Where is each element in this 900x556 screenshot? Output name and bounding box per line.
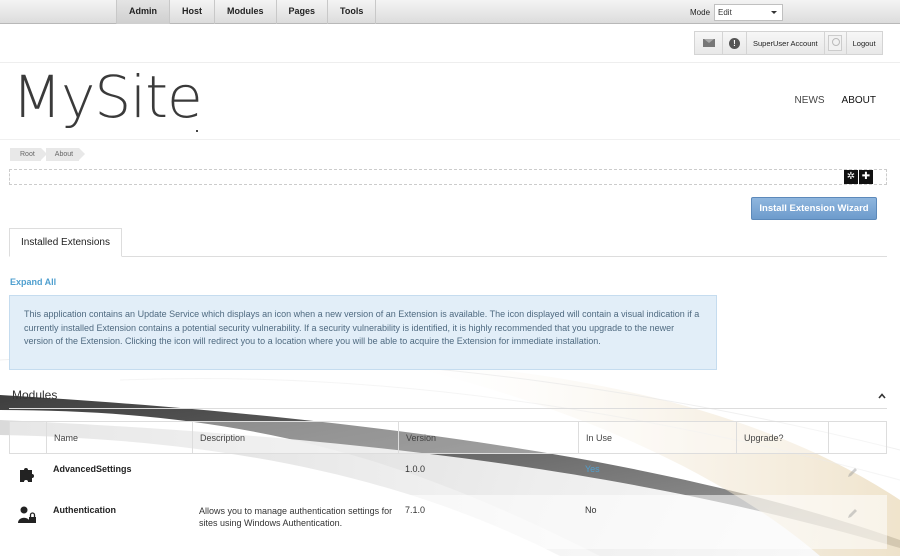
user-bar: ! SuperUser Account Logout [694,31,883,55]
pane-tools: ✲ ✚ [843,170,873,184]
control-bar-menu: Admin Host Modules Pages Tools [116,0,377,24]
gear-icon[interactable]: ✲ [844,170,858,184]
breadcrumb-about[interactable]: About [45,148,86,161]
extension-description: Allows you to manage authentication sett… [199,506,393,528]
chevron-up-icon[interactable] [878,392,886,400]
row-actions [828,454,885,495]
section-title-modules[interactable]: Modules [12,388,57,402]
move-icon[interactable]: ✚ [859,170,873,184]
extension-name: Authentication [53,505,116,515]
extensions-table: Name Description Version In Use Upgrade?… [9,421,887,549]
site-logo[interactable]: MySite [12,62,203,132]
edit-icon[interactable] [847,466,859,478]
tab-strip-line [9,256,887,257]
table-row: Authentication Allows you to manage auth… [9,495,887,549]
info-message: This application contains an Update Serv… [9,295,717,370]
row-icon-cell [9,454,46,495]
control-bar: Admin Host Modules Pages Tools Mode Edit [0,0,900,24]
section-divider [9,408,887,409]
edit-icon[interactable] [847,507,859,519]
content-pane [9,169,887,185]
expand-all-link[interactable]: Expand All [10,277,56,287]
install-extension-wizard-button[interactable]: Install Extension Wizard [751,197,877,220]
logo-dot [196,130,198,132]
menu-pages[interactable]: Pages [275,0,328,24]
extension-version: 1.0.0 [405,464,426,474]
breadcrumb: Root About [10,148,86,161]
puzzle-icon [20,468,34,482]
extension-upgrade [736,495,828,549]
alert-icon: ! [729,37,740,49]
column-header-icon [10,422,47,453]
user-account-link[interactable]: SuperUser Account [747,32,825,54]
extension-in-use[interactable]: Yes [578,454,736,495]
extension-description [192,454,398,495]
column-header-in-use: In Use [579,422,737,453]
avatar-icon [828,35,843,51]
table-header: Name Description Version In Use Upgrade? [9,421,887,454]
messages-button[interactable] [695,32,723,54]
column-header-upgrade: Upgrade? [737,422,829,453]
extension-upgrade [736,454,828,495]
nav-item-news[interactable]: NEWS [795,95,825,106]
menu-host[interactable]: Host [169,0,214,24]
menu-tools[interactable]: Tools [327,0,377,24]
extension-in-use: No [585,505,597,515]
column-header-version: Version [399,422,579,453]
column-header-actions [829,422,886,453]
mode-value: Edit [718,8,732,17]
content-divider [0,139,900,140]
row-icon-cell [9,495,46,549]
mail-icon [702,39,715,47]
avatar[interactable] [825,32,847,54]
column-header-name: Name [47,422,193,453]
menu-modules[interactable]: Modules [214,0,276,24]
menu-admin[interactable]: Admin [116,0,169,24]
mode-label: Mode [690,8,711,17]
user-lock-icon [18,506,36,523]
mode-select[interactable]: Edit [714,4,784,21]
column-header-description: Description [193,422,399,453]
table-row: AdvancedSettings 1.0.0 Yes [9,454,887,495]
main-nav: NEWS ABOUT [778,95,876,106]
mode-selector: Mode Edit [690,4,784,21]
extension-name: AdvancedSettings [53,464,132,474]
breadcrumb-root[interactable]: Root [10,148,47,161]
chevron-down-icon [771,11,778,14]
notifications-button[interactable]: ! [723,32,747,54]
tab-installed-extensions[interactable]: Installed Extensions [9,228,122,257]
extension-version: 7.1.0 [405,505,426,515]
row-actions [828,495,885,549]
logout-link[interactable]: Logout [847,32,882,54]
nav-item-about[interactable]: ABOUT [842,95,876,106]
